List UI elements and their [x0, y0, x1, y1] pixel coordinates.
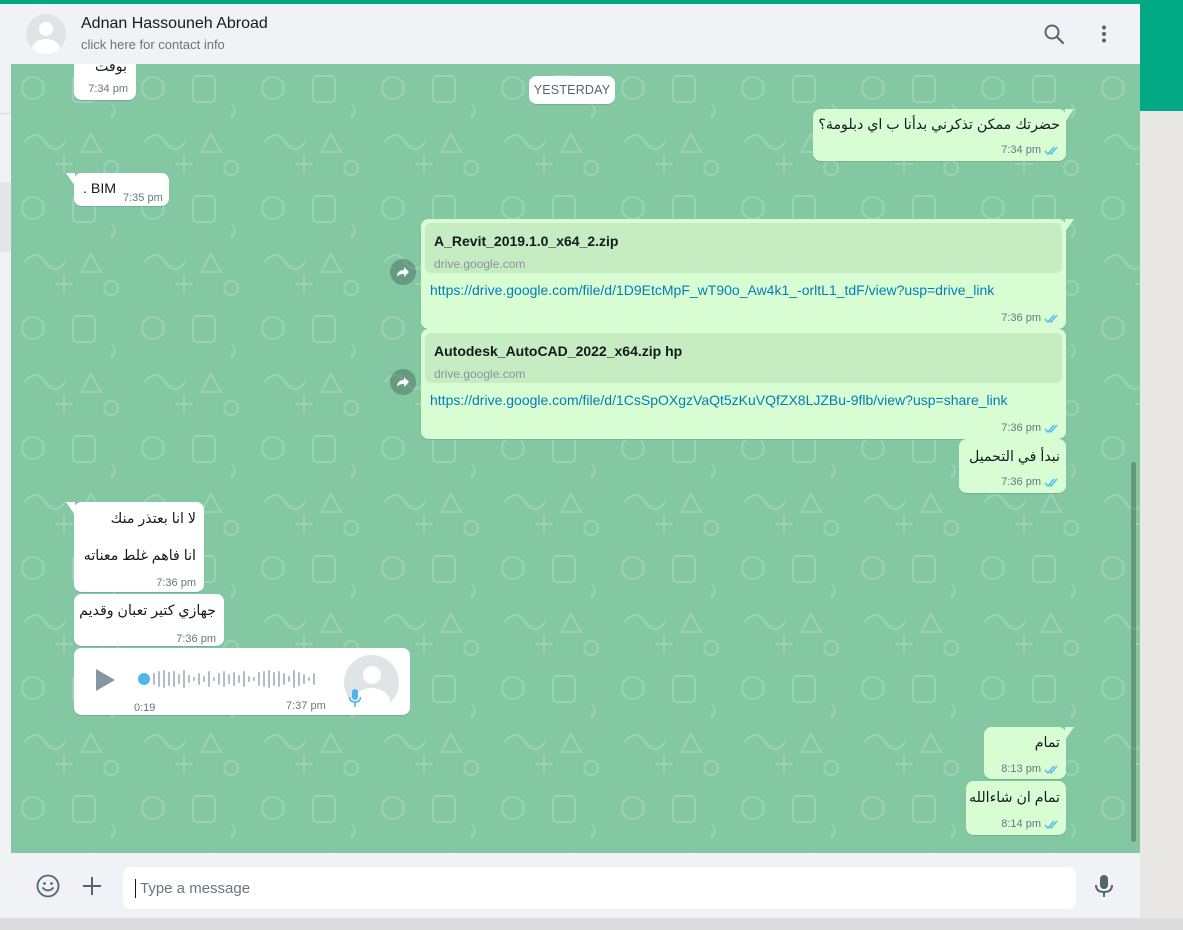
text-caret — [135, 879, 136, 898]
read-ticks-icon — [1044, 314, 1058, 324]
message-incoming[interactable]: جهازي كتير تعبان وقديم 7:36 pm — [74, 594, 224, 646]
voice-progress-handle[interactable] — [138, 673, 150, 685]
message-time: 7:34 pm — [88, 83, 128, 95]
read-ticks-icon — [1044, 424, 1058, 434]
contact-info-hint[interactable]: click here for contact info — [81, 37, 225, 52]
message-text: BIM . — [83, 181, 117, 197]
link-preview-card[interactable]: Autodesk_AutoCAD_2022_x64.zip hp drive.g… — [425, 333, 1062, 383]
message-outgoing-link[interactable]: A_Revit_2019.1.0_x64_2.zip drive.google.… — [421, 219, 1074, 329]
message-incoming[interactable]: بوقت 7:34 pm — [74, 64, 136, 100]
read-ticks-icon — [1044, 146, 1058, 156]
sidebar-edge — [0, 4, 11, 930]
emoji-icon[interactable] — [35, 873, 61, 899]
message-text: جهازي كتير تعبان وقديم — [79, 603, 216, 619]
menu-dots-icon[interactable] — [1092, 22, 1116, 46]
day-separator: YESTERDAY — [529, 76, 615, 104]
read-ticks-icon — [1044, 820, 1058, 830]
link-preview-title: A_Revit_2019.1.0_x64_2.zip — [434, 233, 619, 249]
voice-waveform[interactable] — [152, 668, 322, 690]
message-time: 7:35 pm — [123, 192, 163, 204]
chat-header[interactable]: Adnan Hassouneh Abroad click here for co… — [11, 4, 1140, 64]
message-outgoing[interactable]: حضرتك ممكن تذكرني بدأنا ب اي دبلومة؟ 7:3… — [813, 109, 1074, 161]
message-input[interactable] — [123, 867, 1076, 909]
message-text: تمام — [1034, 735, 1060, 751]
message-time: 7:36 pm — [1001, 309, 1060, 328]
message-outgoing[interactable]: تمام ان شاءالله 8:14 pm — [966, 781, 1066, 835]
play-icon[interactable] — [94, 668, 116, 692]
compose-bar — [11, 853, 1140, 918]
forward-button[interactable] — [390, 259, 416, 285]
message-text: بوقت — [95, 64, 127, 75]
background-accent — [1140, 0, 1183, 111]
contact-avatar[interactable] — [26, 14, 66, 54]
sidebar-divider — [0, 113, 11, 114]
plus-icon[interactable] — [79, 873, 105, 899]
message-time: 7:36 pm — [176, 633, 216, 645]
link-preview-card[interactable]: A_Revit_2019.1.0_x64_2.zip drive.google.… — [425, 223, 1062, 273]
window-bottom-edge — [0, 918, 1183, 930]
forward-arrow-icon — [397, 377, 409, 387]
message-time: 7:36 pm — [1001, 419, 1060, 438]
voice-duration: 0:19 — [134, 702, 156, 714]
link-preview-domain: drive.google.com — [434, 367, 526, 381]
voice-message[interactable]: 0:19 7:37 pm — [74, 648, 410, 715]
microphone-icon — [348, 689, 362, 707]
message-outgoing[interactable]: نبدأ في التحميل 7:36 pm — [959, 439, 1066, 493]
sidebar-selected-chat-edge[interactable] — [0, 182, 11, 252]
microphone-icon[interactable] — [1091, 873, 1117, 899]
message-time: 7:36 pm — [156, 577, 196, 589]
message-text-line: لا انا بعتذر منك — [110, 511, 196, 527]
message-text-line: انا فاهم غلط معناته — [83, 548, 196, 564]
message-text: حضرتك ممكن تذكرني بدأنا ب اي دبلومة؟ — [818, 117, 1060, 133]
background-panel — [1140, 111, 1183, 930]
read-ticks-icon — [1044, 765, 1058, 775]
conversation-panel: Adnan Hassouneh Abroad click here for co… — [11, 4, 1140, 918]
link-preview-title: Autodesk_AutoCAD_2022_x64.zip hp — [434, 343, 683, 359]
message-incoming[interactable]: BIM . 7:35 pm — [66, 173, 169, 206]
message-outgoing-link[interactable]: Autodesk_AutoCAD_2022_x64.zip hp drive.g… — [421, 329, 1066, 439]
message-time: 7:36 pm — [1001, 473, 1060, 492]
message-link[interactable]: https://drive.google.com/file/d/1D9EtcMp… — [430, 281, 994, 300]
message-incoming[interactable]: لا انا بعتذر منك انا فاهم غلط معناته 7:3… — [66, 502, 204, 592]
forward-button[interactable] — [390, 369, 416, 395]
message-time: 8:14 pm — [1001, 815, 1060, 834]
link-preview-domain: drive.google.com — [434, 257, 526, 271]
message-text: تمام ان شاءالله — [969, 790, 1060, 806]
message-list[interactable]: YESTERDAY بوقت 7:34 pm حضرتك ممكن تذكرني… — [11, 64, 1140, 853]
forward-arrow-icon — [397, 267, 409, 277]
search-icon[interactable] — [1042, 22, 1066, 46]
message-time: 7:34 pm — [1001, 141, 1060, 160]
scrollbar-thumb[interactable] — [1131, 462, 1136, 842]
read-ticks-icon — [1044, 478, 1058, 488]
message-outgoing[interactable]: تمام 8:13 pm — [984, 727, 1074, 779]
message-text: نبدأ في التحميل — [968, 449, 1060, 465]
message-link[interactable]: https://drive.google.com/file/d/1CsSpOXg… — [430, 391, 1008, 410]
message-time: 7:37 pm — [286, 700, 326, 712]
message-time: 8:13 pm — [1001, 760, 1060, 779]
contact-name[interactable]: Adnan Hassouneh Abroad — [81, 15, 268, 33]
